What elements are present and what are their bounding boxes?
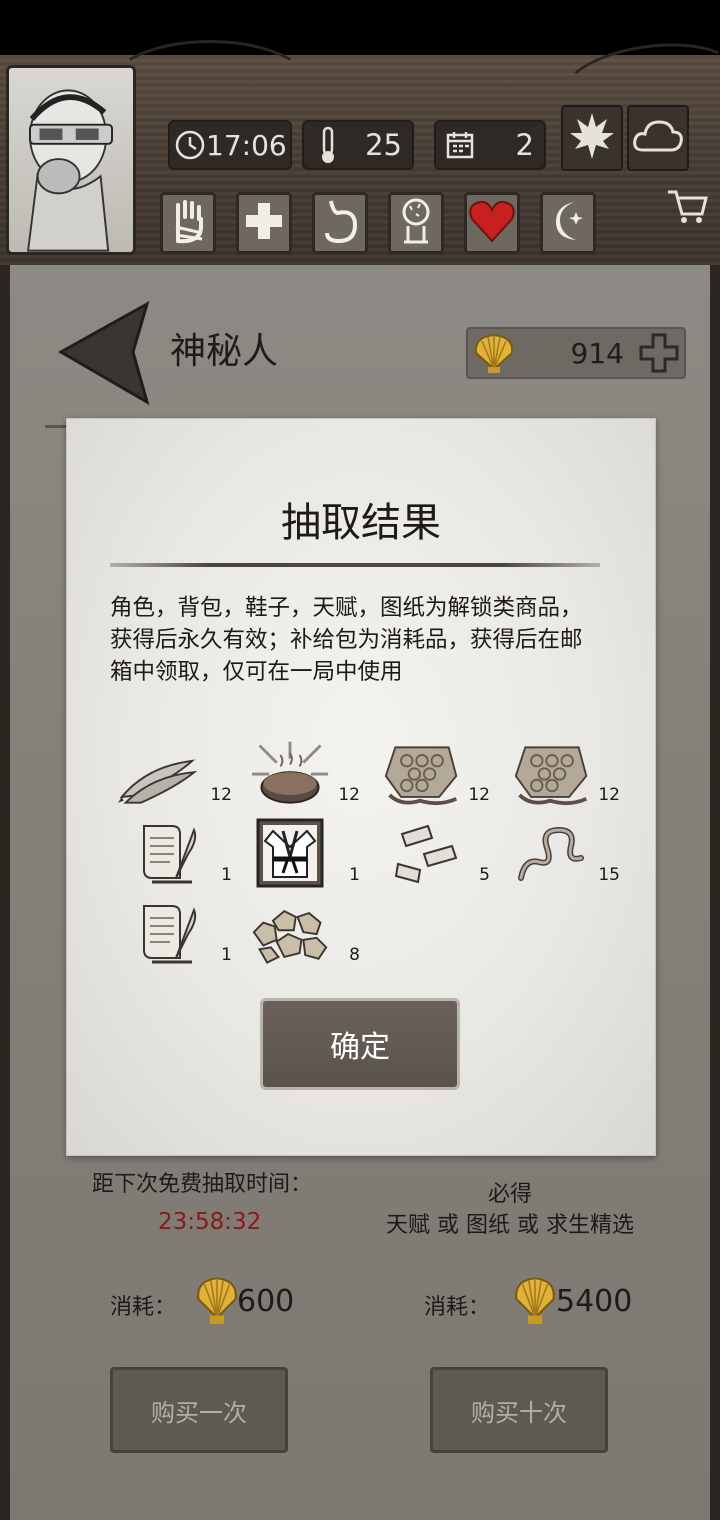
reward-item-grilled-meat[interactable] [250,740,330,810]
status-hand-button[interactable] [160,192,216,254]
back-arrow-icon [57,300,150,406]
temperature-display: 25 [302,120,414,170]
temperature-value: 25 [365,128,402,162]
reward-item-ore[interactable] [250,900,330,970]
brain-icon [394,196,438,250]
leaf-icon [567,109,617,167]
coin-count: 914 [570,336,624,370]
time-value: 17:06 [206,128,287,162]
dried-fish-icon [118,759,198,804]
single-cost-label: 消耗： [110,1295,177,1320]
grilled-meat-icon [251,741,329,804]
status-health-button[interactable] [236,192,292,254]
reward-qty: 12 [338,785,360,805]
thermometer-icon [308,125,348,165]
reward-item-martial-uniform[interactable] [250,818,330,888]
coin-balance: 914 [466,327,686,379]
shell-coin-icon [510,1272,560,1328]
dialog-description: 角色，背包，鞋子，天赋，图纸为解锁类商品，获得后永久有效；补给包为消耗品，获得后… [110,595,583,685]
shopping-cart-icon [666,186,710,230]
cross-icon [243,200,285,246]
heart-icon [468,199,516,247]
plus-icon [639,333,679,373]
reward-item-dried-fish[interactable] [118,742,198,812]
player-portrait[interactable] [6,65,136,255]
status-sanity-button[interactable] [388,192,444,254]
scroll-quill-icon [143,825,197,884]
stomach-icon [319,197,361,249]
cloud-icon [631,116,685,160]
status-bar-area [0,0,720,55]
free-draw-label: 距下次免费抽取时间： [92,1172,313,1197]
ten-cost-label: 消耗： [424,1295,491,1320]
status-heart-button[interactable] [464,192,520,254]
single-cost-value: 600 [237,1284,295,1319]
season-button[interactable] [561,105,623,171]
dialog-title: 抽取结果 [281,500,441,546]
martial-uniform-icon [256,818,324,888]
status-sleep-button[interactable] [540,192,596,254]
hand-icon [168,197,208,249]
clock-icon [174,125,206,165]
reward-qty: 12 [598,785,620,805]
free-draw-countdown: 23:58:32 [158,1209,262,1235]
guarantee-title: 必得 [487,1182,532,1207]
moon-icon [546,198,590,248]
calendar-icon [440,125,480,165]
shell-coin-icon [470,329,518,377]
buy-ten-button[interactable]: 购买十次 [430,1367,608,1453]
reward-qty: 1 [349,865,360,885]
time-display: 17:06 [168,120,292,170]
vine-decoration [110,40,310,130]
reward-qty: 12 [468,785,490,805]
ten-cost-value: 5400 [556,1284,633,1319]
add-coins-button[interactable] [638,332,680,374]
guarantee-text: 天赋 或 图纸 或 求生精选 [386,1213,634,1238]
reward-qty: 15 [598,865,620,885]
reward-qty: 12 [210,785,232,805]
reward-qty: 5 [479,865,490,885]
confirm-button[interactable]: 确定 [260,998,460,1090]
status-hunger-button[interactable] [312,192,368,254]
shop-cart-button[interactable] [660,180,716,236]
page-title: 神秘人 [170,331,279,372]
day-display: 2 [434,120,546,170]
rope-icon [518,826,584,881]
ore-nuggets-icon [252,910,328,964]
shell-coin-icon [192,1272,242,1328]
buy-once-button[interactable]: 购买一次 [110,1367,288,1453]
back-button[interactable] [55,300,155,410]
reward-qty: 1 [221,945,232,965]
reward-qty: 1 [221,865,232,885]
day-value: 2 [515,128,534,162]
weather-button[interactable] [627,105,689,171]
dialog-divider [110,563,600,567]
scroll-quill-icon [143,905,197,964]
reward-qty: 8 [349,945,360,965]
